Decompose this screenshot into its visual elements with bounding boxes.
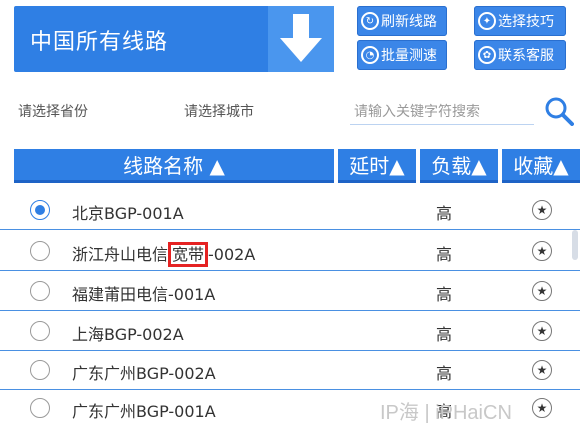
row-radio[interactable] <box>30 360 50 380</box>
route-load: 高 <box>436 364 453 383</box>
row-radio[interactable] <box>30 321 50 341</box>
refresh-routes-label: 刷新线路 <box>381 14 437 30</box>
contact-support-button[interactable]: ✿ 联系客服 <box>474 40 566 70</box>
province-select[interactable]: 请选择省份 <box>18 94 168 128</box>
expand-button[interactable] <box>268 6 334 72</box>
selection-tips-label: 选择技巧 <box>498 14 554 30</box>
column-header-latency-label: 延时▲ <box>349 154 405 178</box>
favorite-star-icon[interactable]: ★ <box>532 398 552 418</box>
route-name-part: -002A <box>208 245 256 264</box>
app-window: 中国所有线路 ↻ 刷新线路 ✦ 选择技巧 ◔ 批量测速 ✿ 联系客服 请选择省份… <box>0 0 580 428</box>
column-header-load-label: 负载▲ <box>431 154 487 178</box>
city-select[interactable]: 请选择城市 <box>184 94 334 128</box>
route-load: 高 <box>436 204 453 223</box>
row-radio[interactable] <box>30 281 50 301</box>
route-load: 高 <box>436 285 453 304</box>
favorite-star-icon[interactable]: ★ <box>532 360 552 380</box>
selection-tips-button[interactable]: ✦ 选择技巧 <box>474 6 566 36</box>
search-icon[interactable] <box>544 96 574 126</box>
arrow-down-icon <box>280 14 322 62</box>
column-header-latency[interactable]: 延时▲ <box>338 149 416 183</box>
column-header-route-name[interactable]: 线路名称 ▲ <box>14 149 334 183</box>
table-row[interactable]: 广东广州BGP-002A 高 ★ <box>0 350 580 390</box>
route-name: 浙江舟山电信 宽带 -002A <box>72 241 256 267</box>
column-header-favorite[interactable]: 收藏▲ <box>502 149 580 183</box>
route-list-header: 中国所有线路 <box>14 6 334 72</box>
batch-speed-test-label: 批量测速 <box>381 48 437 64</box>
route-name: 广东广州BGP-002A <box>72 364 216 383</box>
table-row[interactable]: 福建莆田电信-001A 高 ★ <box>0 271 580 311</box>
scrollbar-thumb[interactable] <box>572 230 578 260</box>
table-row[interactable]: 浙江舟山电信 宽带 -002A 高 ★ <box>0 231 580 271</box>
route-name: 北京BGP-001A <box>72 204 184 223</box>
route-name-part: 浙江舟山电信 <box>72 245 169 264</box>
column-header-favorite-label: 收藏▲ <box>513 154 569 178</box>
city-select-label: 请选择城市 <box>184 104 254 120</box>
province-select-label: 请选择省份 <box>18 104 88 120</box>
highlighted-text: 宽带 <box>168 242 209 267</box>
route-name: 广东广州BGP-001A <box>72 402 216 421</box>
support-icon: ✿ <box>478 46 496 64</box>
row-radio[interactable] <box>30 241 50 261</box>
favorite-star-icon[interactable]: ★ <box>532 241 552 261</box>
table-row[interactable]: 北京BGP-001A 高 ★ <box>0 190 580 230</box>
lightbulb-icon: ✦ <box>478 12 496 30</box>
search-input[interactable]: 请输入关键字符搜索 <box>354 94 534 128</box>
column-header-load[interactable]: 负载▲ <box>420 149 498 183</box>
watermark: IP海 | iPHaiCN <box>380 402 512 424</box>
route-name: 福建莆田电信-001A <box>72 285 216 304</box>
favorite-star-icon[interactable]: ★ <box>532 321 552 341</box>
row-radio[interactable] <box>30 398 50 418</box>
contact-support-label: 联系客服 <box>498 48 554 64</box>
route-load: 高 <box>436 325 453 344</box>
refresh-icon: ↻ <box>361 12 379 30</box>
route-name: 上海BGP-002A <box>72 325 184 344</box>
favorite-star-icon[interactable]: ★ <box>532 200 552 220</box>
favorite-star-icon[interactable]: ★ <box>532 281 552 301</box>
table-row[interactable]: 上海BGP-002A 高 ★ <box>0 311 580 351</box>
route-load: 高 <box>436 245 453 264</box>
column-header-route-name-label: 线路名称 ▲ <box>123 154 225 178</box>
search-underline <box>350 124 534 125</box>
refresh-routes-button[interactable]: ↻ 刷新线路 <box>357 6 447 36</box>
search-placeholder: 请输入关键字符搜索 <box>354 104 480 120</box>
row-radio[interactable] <box>30 200 50 220</box>
speedometer-icon: ◔ <box>361 46 379 64</box>
batch-speed-test-button[interactable]: ◔ 批量测速 <box>357 40 447 70</box>
page-title: 中国所有线路 <box>30 30 169 55</box>
